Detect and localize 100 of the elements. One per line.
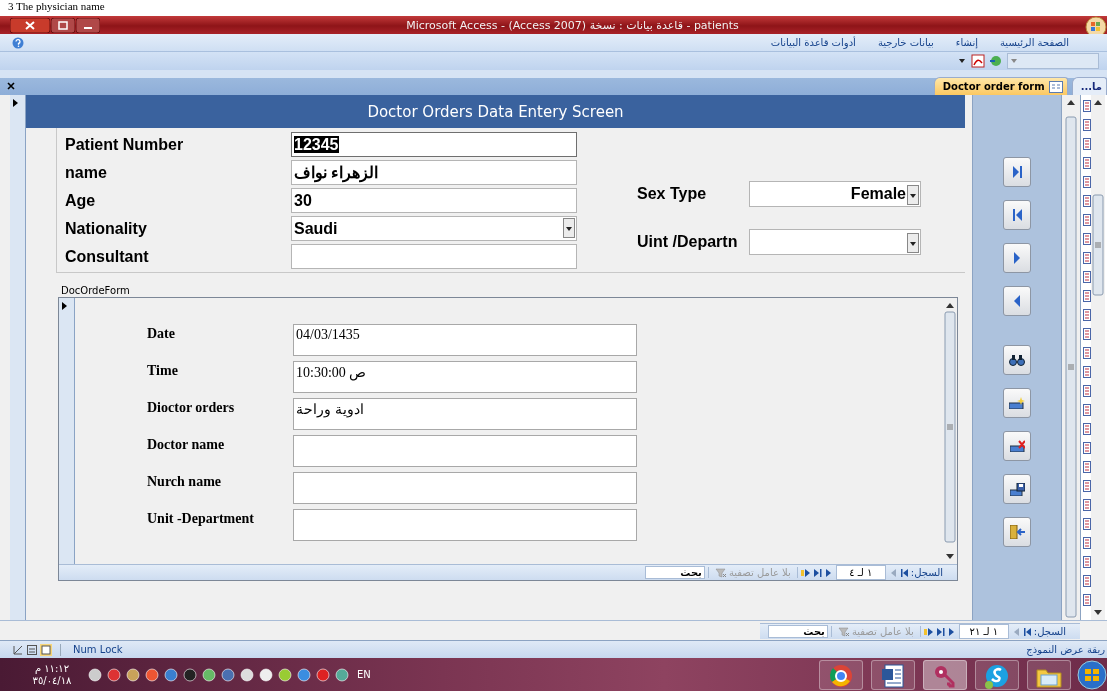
text-field[interactable]: ص 10:30:00 xyxy=(293,361,637,393)
document-tab[interactable]: Doctor order form xyxy=(933,77,1068,95)
last-record-icon[interactable] xyxy=(813,567,822,578)
form-icon[interactable] xyxy=(1083,119,1091,131)
form-icon[interactable] xyxy=(1083,138,1091,150)
new-record-button[interactable] xyxy=(1003,388,1031,418)
export-icon[interactable] xyxy=(989,54,1003,68)
first-record-icon[interactable] xyxy=(1022,626,1031,637)
combo-box[interactable]: Female xyxy=(749,181,921,207)
search-field[interactable]: بحث xyxy=(644,566,705,579)
first-record-button[interactable] xyxy=(1003,200,1031,230)
design-view-icon[interactable] xyxy=(12,643,24,656)
form-icon[interactable] xyxy=(1083,499,1091,511)
form-icon[interactable] xyxy=(1083,442,1091,454)
tray-icon[interactable] xyxy=(107,667,121,682)
new-record-icon[interactable] xyxy=(800,567,811,578)
dropdown-button[interactable] xyxy=(563,218,575,238)
language-indicator[interactable]: EN xyxy=(357,669,371,680)
text-field[interactable] xyxy=(293,435,637,467)
taskbar-button[interactable] xyxy=(871,659,915,690)
text-field[interactable]: 04/03/1435 xyxy=(293,324,637,356)
pdf-icon[interactable] xyxy=(971,54,985,68)
text-field[interactable]: الزهراء نواف xyxy=(291,160,577,185)
tray-icon[interactable] xyxy=(335,667,349,682)
form-view-icon[interactable] xyxy=(40,643,52,656)
office-button[interactable] xyxy=(1085,16,1107,34)
tray-icon[interactable] xyxy=(202,667,216,682)
tray-icon[interactable] xyxy=(278,667,292,682)
search-field[interactable]: بحث xyxy=(767,625,828,638)
taskbar-button[interactable] xyxy=(819,659,863,690)
tray-icon[interactable] xyxy=(88,667,102,682)
record-position-field[interactable]: ١ لـ ٤ xyxy=(835,565,886,580)
form-icon[interactable] xyxy=(1083,594,1091,606)
layout-view-icon[interactable] xyxy=(26,643,38,656)
form-icon[interactable] xyxy=(1083,176,1091,188)
tray-icon[interactable] xyxy=(183,667,197,682)
form-icon[interactable] xyxy=(1083,423,1091,435)
form-icon[interactable] xyxy=(1083,233,1091,245)
taskbar-button[interactable] xyxy=(923,659,967,690)
form-icon[interactable] xyxy=(1083,290,1091,302)
next-record-button[interactable] xyxy=(1003,243,1031,273)
ribbon-tab[interactable]: الصفحة الرئيسية xyxy=(1000,37,1069,48)
form-icon[interactable] xyxy=(1083,575,1091,587)
form-icon[interactable] xyxy=(1083,271,1091,283)
form-icon[interactable] xyxy=(1083,537,1091,549)
dropdown-button[interactable] xyxy=(907,233,919,253)
text-field[interactable]: 30 xyxy=(291,188,577,213)
tray-icon[interactable] xyxy=(316,667,330,682)
form-icon[interactable] xyxy=(1083,385,1091,397)
ribbon-tab[interactable]: أدوات قاعدة البيانات xyxy=(770,37,856,48)
form-icon[interactable] xyxy=(1083,214,1091,226)
close-button[interactable] xyxy=(10,17,50,33)
form-icon[interactable] xyxy=(1083,157,1091,169)
delete-record-button[interactable] xyxy=(1003,431,1031,461)
form-icon[interactable] xyxy=(1083,252,1091,264)
find-button[interactable] xyxy=(1003,345,1031,375)
document-tab[interactable]: ما... xyxy=(1071,77,1107,95)
combo-box[interactable]: Saudi xyxy=(291,216,577,241)
previous-record-button[interactable] xyxy=(1003,286,1031,316)
dropdown-field[interactable] xyxy=(1007,53,1099,69)
dropdown-button[interactable] xyxy=(907,185,919,205)
text-field[interactable] xyxy=(291,244,577,269)
next-record-icon[interactable] xyxy=(824,567,833,578)
text-field[interactable]: ادوية وراحة xyxy=(293,398,637,430)
next-record-icon[interactable] xyxy=(947,626,956,637)
save-record-button[interactable] xyxy=(1003,474,1031,504)
form-icon[interactable] xyxy=(1083,347,1091,359)
start-button[interactable] xyxy=(1077,659,1107,690)
form-icon[interactable] xyxy=(1083,309,1091,321)
help-icon[interactable] xyxy=(12,36,24,49)
restore-button[interactable] xyxy=(51,17,75,33)
form-icon[interactable] xyxy=(1083,328,1091,340)
tray-icon[interactable] xyxy=(240,667,254,682)
taskbar-button[interactable] xyxy=(975,659,1019,690)
scrollbar[interactable] xyxy=(1091,95,1105,620)
form-icon[interactable] xyxy=(1083,480,1091,492)
tray-icon[interactable] xyxy=(221,667,235,682)
minimize-button[interactable] xyxy=(76,17,100,33)
last-record-button[interactable] xyxy=(1003,157,1031,187)
taskbar-button[interactable] xyxy=(1027,659,1071,690)
tray-icon[interactable] xyxy=(145,667,159,682)
tray-icon[interactable] xyxy=(126,667,140,682)
first-record-icon[interactable] xyxy=(899,567,908,578)
new-record-icon[interactable] xyxy=(923,626,934,637)
record-position-field[interactable]: ١ لـ ٢١ xyxy=(958,624,1009,639)
last-record-icon[interactable] xyxy=(936,626,945,637)
ribbon-tab[interactable]: بيانات خارجية xyxy=(877,37,934,48)
tray-icon[interactable] xyxy=(297,667,311,682)
form-icon[interactable] xyxy=(1083,518,1091,530)
tray-icon[interactable] xyxy=(259,667,273,682)
form-icon[interactable] xyxy=(1083,556,1091,568)
form-icon[interactable] xyxy=(1083,195,1091,207)
form-icon[interactable] xyxy=(1083,100,1091,112)
exit-button[interactable] xyxy=(1003,517,1031,547)
text-field[interactable] xyxy=(293,509,637,541)
tray-icon[interactable] xyxy=(164,667,178,682)
form-icon[interactable] xyxy=(1083,366,1091,378)
form-icon[interactable] xyxy=(1083,404,1091,416)
ribbon-tab[interactable]: إنشاء xyxy=(955,37,978,48)
form-icon[interactable] xyxy=(1083,461,1091,473)
